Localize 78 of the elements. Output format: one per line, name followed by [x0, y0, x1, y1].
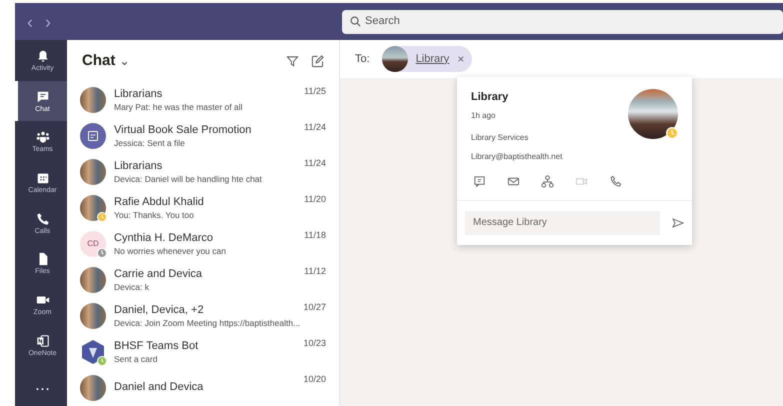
chevron-icon[interactable]: ⌄ — [119, 55, 130, 67]
message-field[interactable]: Message Library — [465, 210, 660, 234]
chat-name: Daniel and Devica — [114, 381, 204, 395]
chat-name: Carrie and Devica — [114, 268, 204, 282]
chat-name: Cynthia H. DeMarco — [114, 232, 214, 246]
status-icon — [97, 212, 107, 222]
department-text: Library Services — [471, 132, 530, 144]
org-chart-icon[interactable] — [541, 174, 554, 188]
chat-list-item[interactable]: BHSF Teams Bot Sent a card 10/23 — [67, 334, 339, 370]
phone-icon — [36, 212, 50, 226]
chat-name: Rafie Abdul Khalid — [114, 196, 205, 210]
chat-date: 11/24 — [304, 121, 326, 134]
recipient-name: Library — [416, 52, 450, 67]
compose-icon[interactable] — [311, 54, 324, 68]
message-preview: No worries whenever you can — [114, 246, 227, 256]
status-icon — [97, 356, 107, 366]
email-text: Library@baptisthealth.net — [471, 150, 564, 162]
chat-date: 10/23 — [303, 337, 326, 350]
to-label: To: — [355, 52, 370, 67]
back-button[interactable]: ‹ — [27, 12, 33, 30]
filter-icon[interactable] — [286, 54, 299, 68]
chat-name: Virtual Book Sale Promotion — [114, 124, 252, 138]
chat-title[interactable]: Chat — [82, 50, 116, 72]
photo-placeholder — [382, 46, 408, 72]
chat-name: Librarians — [114, 88, 164, 102]
message-preview: You: Thanks. You too — [114, 210, 195, 220]
search-icon — [350, 16, 361, 27]
chat-icon[interactable] — [473, 174, 486, 188]
remove-button[interactable]: × — [457, 53, 464, 65]
chat-date: 10/20 — [303, 373, 326, 386]
chat-list-item[interactable]: Librarians Mary Pat: he was the master of all 11/25 — [67, 82, 339, 118]
status-icon — [97, 248, 107, 258]
message-preview: Devica: Daniel will be handling hte chat — [114, 174, 263, 184]
phone-icon[interactable] — [609, 174, 622, 188]
photo-placeholder — [80, 87, 106, 113]
photo-placeholder — [628, 89, 678, 139]
photo-placeholder — [80, 303, 106, 329]
chat-date: 11/18 — [304, 229, 326, 242]
notebook-icon — [36, 334, 50, 348]
chat-icon — [36, 90, 50, 104]
send-icon[interactable] — [672, 218, 684, 228]
people-icon — [36, 130, 50, 144]
message-preview: Devica: k — [114, 282, 150, 292]
chat-date: 11/20 — [304, 193, 326, 206]
calendar-icon — [36, 170, 50, 185]
chat-name: Librarians — [114, 160, 164, 174]
chat-list-item[interactable]: CD Cynthia H. DeMarco No worries whenever you can 11/18 — [67, 226, 339, 262]
chat-list-item[interactable]: Virtual Book Sale Promotion Jessica: Sent a file 11/24 — [67, 118, 339, 154]
photo-placeholder — [80, 267, 106, 293]
photo-placeholder — [80, 195, 106, 221]
chat-name: Daniel, Devica, +2 — [114, 304, 205, 318]
recipient-chip[interactable]: Library × — [382, 46, 472, 72]
search-field[interactable]: Search — [342, 10, 783, 34]
forward-button[interactable]: › — [45, 12, 51, 30]
chat-date: 10/27 — [303, 301, 326, 314]
chat-list-item[interactable]: Daniel and Devica 10/20 — [67, 370, 339, 406]
message-input[interactable]: Message Library — [473, 215, 652, 230]
photo-placeholder — [80, 159, 106, 185]
initials-avatar: CD — [80, 231, 106, 257]
chat-list-item[interactable]: Daniel, Devica, +2 Devica: Join Zoom Meeting https://baptisthealth... 10/27 — [67, 298, 339, 334]
chat-list-item[interactable]: Carrie and Devica Devica: k 11/12 — [67, 262, 339, 298]
chat-date: 11/24 — [304, 157, 326, 170]
message-preview: Jessica: Sent a file — [114, 138, 186, 148]
chat-list-item[interactable]: Librarians Devica: Daniel will be handling hte chat 11/24 — [67, 154, 339, 190]
group-avatar-icon — [80, 123, 106, 149]
chat-list-item[interactable]: Rafie Abdul Khalid You: Thanks. You too 11/20 — [67, 190, 339, 226]
chat-date: 11/25 — [304, 85, 326, 98]
chat-date: 11/12 — [304, 265, 326, 278]
last-seen-text: 1h ago — [471, 110, 496, 122]
chat-name: BHSF Teams Bot — [114, 340, 200, 354]
search-input[interactable]: Search — [365, 13, 775, 30]
contact-name: Library — [471, 90, 510, 105]
message-preview: Mary Pat: he was the master of all — [114, 102, 244, 112]
message-preview: Sent a card — [114, 354, 158, 364]
app-bar-item[interactable]: … — [15, 365, 67, 406]
photo-placeholder — [80, 375, 106, 401]
away-status-icon — [666, 127, 678, 139]
bell-icon — [36, 48, 50, 63]
